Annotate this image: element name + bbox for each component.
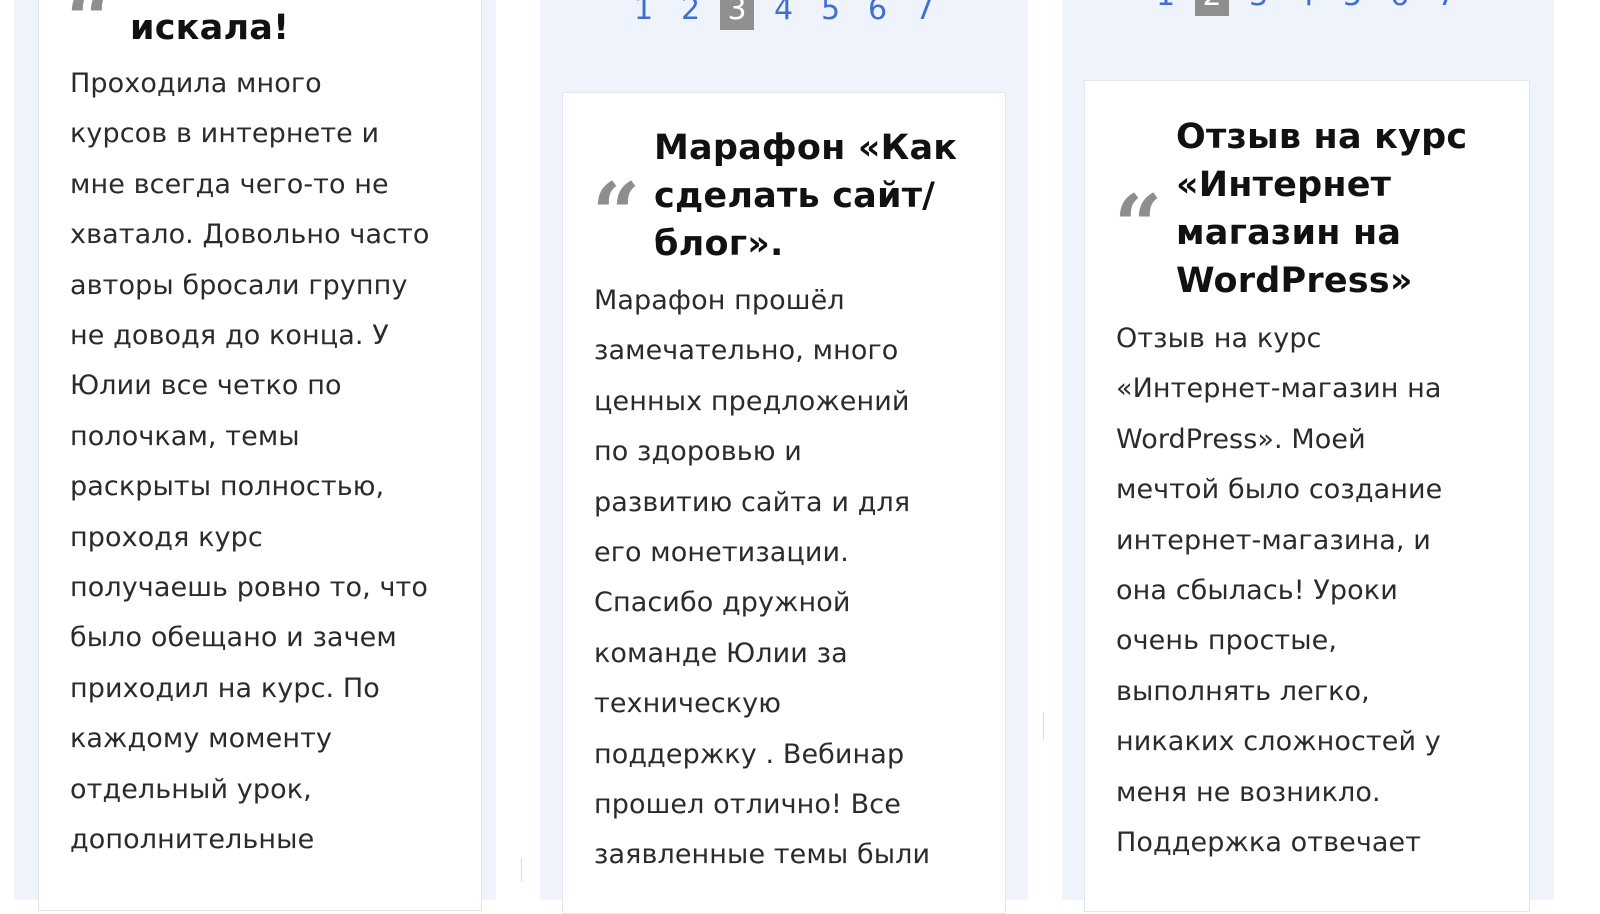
page-current-3: 3	[720, 0, 754, 30]
page-link-3[interactable]: 3	[1235, 0, 1282, 16]
pagination-column-3: 1 2 3 4 5 6 7	[1142, 0, 1470, 16]
page-link-7[interactable]: 7	[1423, 0, 1470, 16]
page-link-5[interactable]: 5	[807, 0, 854, 30]
page-link-4[interactable]: 4	[1282, 0, 1329, 16]
quote-icon: “	[592, 164, 641, 263]
review-title: Отзыв на курс «Интернет магазин на WordP…	[1176, 117, 1468, 301]
divider	[1043, 712, 1044, 740]
page-link-2[interactable]: 2	[667, 0, 714, 30]
divider	[521, 858, 522, 882]
review-title: Марафон «Как сделать сайт/ блог».	[654, 128, 958, 264]
page-link-1[interactable]: 1	[620, 0, 667, 30]
page-link-6[interactable]: 6	[854, 0, 901, 30]
page-current-2: 2	[1195, 0, 1229, 16]
page-link-6[interactable]: 6	[1376, 0, 1423, 16]
page-link-5[interactable]: 5	[1329, 0, 1376, 16]
quote-icon: “	[66, 0, 115, 69]
quote-icon: “	[1114, 176, 1163, 275]
review-title: искала!	[130, 8, 290, 48]
pagination-column-2: 1 2 3 4 5 6 7	[620, 0, 948, 30]
page-link-4[interactable]: 4	[760, 0, 807, 30]
review-text: Отзыв на курс «Интернет-магазин на WordP…	[1116, 323, 1443, 859]
review-text: Проходила много курсов в интернете и мне…	[70, 68, 430, 856]
page-link-1[interactable]: 1	[1142, 0, 1189, 16]
page-link-7[interactable]: 7	[901, 0, 948, 30]
review-text: Марафон прошёл замечательно, много ценны…	[594, 285, 931, 871]
